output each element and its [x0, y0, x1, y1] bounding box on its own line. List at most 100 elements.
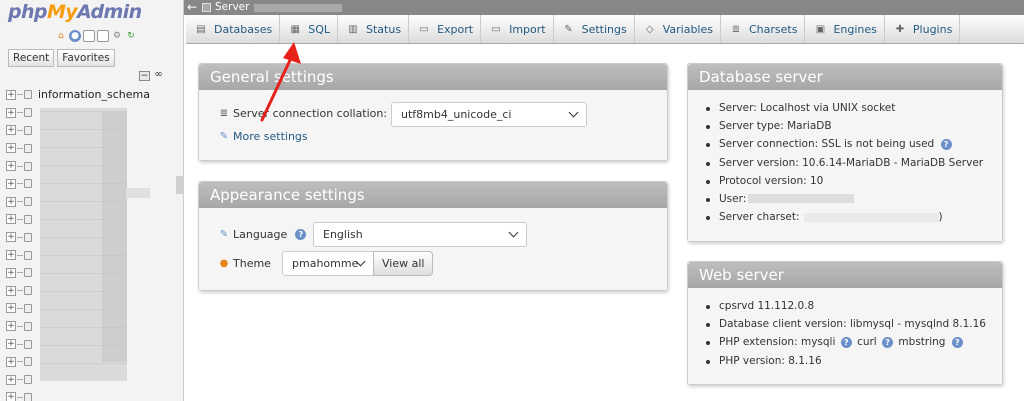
tab-label: Settings	[581, 22, 627, 36]
expand-icon[interactable]: +	[6, 339, 16, 350]
list-item: Database client version: libmysql - mysq…	[706, 315, 986, 333]
theme-select[interactable]: pmahomme	[282, 251, 374, 276]
expand-icon[interactable]: +	[6, 89, 16, 100]
quick-links: ⌂ ● ⚙ ↻	[55, 30, 137, 42]
expand-icon[interactable]: +	[6, 267, 16, 278]
list-item: Protocol version: 10	[706, 172, 983, 190]
more-settings-row[interactable]: ✎ More settings	[218, 130, 308, 143]
expand-icon[interactable]: +	[6, 303, 16, 314]
expand-icon[interactable]: +	[6, 178, 16, 189]
back-arrow-icon[interactable]: ←	[187, 0, 197, 14]
expand-icon[interactable]: +	[6, 196, 16, 207]
collation-select[interactable]: utf8mb4_unicode_ci	[391, 102, 587, 127]
help-icon[interactable]: ?	[882, 337, 894, 349]
help-icon[interactable]: ?	[295, 229, 307, 240]
expand-icon[interactable]: +	[6, 285, 16, 296]
phpmyadmin-logo[interactable]: phpMyAdmin	[8, 1, 142, 23]
language-label: Language	[233, 228, 288, 241]
expand-icon[interactable]: +	[6, 356, 16, 367]
wrench-icon: ✎	[219, 131, 229, 142]
database-icon	[24, 161, 32, 171]
language-select[interactable]: English	[313, 222, 527, 247]
database-icon	[24, 286, 32, 296]
link-with-main-icon[interactable]: ∞	[153, 70, 164, 81]
expand-icon[interactable]: +	[6, 125, 16, 136]
breadcrumb-server[interactable]: Server	[215, 2, 249, 13]
server-user: User:	[719, 192, 747, 205]
database-name[interactable]: information_schema	[38, 88, 150, 101]
tab-label: Plugins	[912, 22, 953, 36]
sql-icon: ▦	[290, 23, 300, 35]
php-extension-mbstring: mbstring	[898, 336, 946, 349]
view-all-button[interactable]: View all	[373, 251, 434, 276]
breadcrumb-bar: ← Server	[184, 0, 1024, 15]
settings-gear-icon[interactable]: ⚙	[111, 30, 123, 42]
help-icon[interactable]: ?	[940, 139, 952, 151]
database-server-panel: Database server Server: Localhost via UN…	[687, 63, 1003, 242]
tab-label: Engines	[833, 22, 877, 36]
sql-docs-icon[interactable]	[97, 30, 109, 42]
tab-status[interactable]: ▥ Status	[338, 15, 410, 43]
recent-tab[interactable]: Recent	[8, 49, 55, 67]
expand-icon[interactable]: +	[6, 250, 16, 261]
server-charset: Server charset:	[719, 211, 800, 224]
tree-item[interactable]: +	[6, 389, 182, 401]
collapse-all-icon[interactable]: −	[139, 71, 150, 81]
charsets-icon: ≣	[731, 23, 741, 35]
database-icon	[24, 268, 32, 278]
logo-my: My	[46, 1, 78, 23]
list-item: PHP version: 8.1.16	[706, 352, 986, 370]
list-item: Server charset:)	[706, 208, 983, 226]
logo-admin: Admin	[77, 1, 142, 23]
tab-variables[interactable]: ◇ Variables	[635, 15, 721, 43]
database-icon	[24, 232, 32, 242]
reload-icon[interactable]: ↻	[125, 30, 137, 42]
expand-icon[interactable]: +	[6, 161, 16, 172]
database-icon	[24, 339, 32, 349]
docs-icon[interactable]	[83, 30, 95, 42]
logo-php: php	[8, 1, 48, 23]
help-icon[interactable]: ?	[840, 337, 852, 349]
database-icon	[24, 357, 32, 367]
logout-icon[interactable]: ●	[69, 30, 81, 42]
theme-label: Theme	[233, 257, 271, 270]
tab-plugins[interactable]: ✚ Plugins	[885, 15, 961, 43]
list-item: User:	[706, 190, 983, 208]
recent-favorites-tabs: Recent Favorites	[8, 49, 115, 67]
expand-icon[interactable]: +	[6, 321, 16, 332]
web-server-panel: Web server cpsrvd 11.112.0.8 Database cl…	[687, 261, 1003, 385]
tab-charsets[interactable]: ≣ Charsets	[721, 15, 806, 43]
tab-settings[interactable]: ✎ Settings	[554, 15, 635, 43]
database-icon	[24, 214, 32, 224]
expand-icon[interactable]: +	[6, 232, 16, 243]
annotation-arrow	[260, 42, 301, 122]
expand-icon[interactable]: +	[6, 392, 16, 401]
expand-icon[interactable]: +	[6, 143, 16, 154]
db-client-version: Database client version: libmysql - mysq…	[719, 318, 986, 331]
export-icon: ▭	[419, 23, 429, 35]
expand-icon[interactable]: +	[6, 374, 16, 385]
redacted-server-name	[254, 4, 342, 12]
language-value: English	[323, 228, 363, 241]
database-icon	[24, 392, 32, 401]
help-icon[interactable]: ?	[951, 337, 963, 349]
php-extension-curl: curl	[857, 336, 877, 349]
web-server-version: cpsrvd 11.112.0.8	[719, 300, 815, 312]
tab-label: Variables	[662, 22, 713, 36]
server-icon	[202, 3, 211, 12]
collation-value: utf8mb4_unicode_ci	[401, 108, 512, 121]
expand-icon[interactable]: +	[6, 107, 16, 118]
expand-icon[interactable]: +	[6, 214, 16, 225]
tab-export[interactable]: ▭ Export	[409, 15, 482, 43]
tab-import[interactable]: ▭ Import	[481, 15, 554, 43]
tab-engines[interactable]: ▣ Engines	[805, 15, 885, 43]
favorites-tab[interactable]: Favorites	[57, 49, 115, 67]
breadcrumb[interactable]: Server	[202, 2, 249, 13]
home-icon[interactable]: ⌂	[55, 30, 67, 42]
list-item: Server connection: SSL is not being used…	[706, 135, 983, 153]
tree-item-information-schema[interactable]: + information_schema	[6, 86, 182, 104]
database-server-list: Server: Localhost via UNIX socket Server…	[706, 99, 983, 226]
database-icon	[24, 108, 32, 118]
more-settings-link[interactable]: More settings	[233, 130, 308, 143]
nav-resize-handle[interactable]	[176, 176, 184, 194]
